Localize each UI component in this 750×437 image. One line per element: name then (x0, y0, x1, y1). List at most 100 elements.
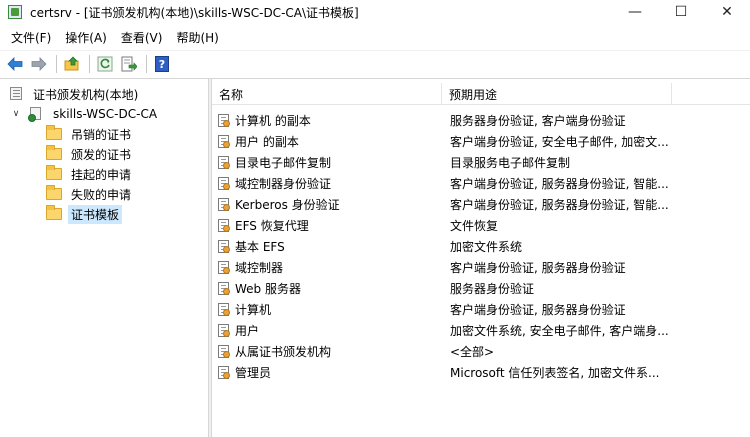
window-title: certsrv - [证书颁发机构(本地)\skills-WSC-DC-CA\证… (30, 5, 359, 20)
template-name: 管理员 (235, 366, 272, 380)
title-bar: certsrv - [证书颁发机构(本地)\skills-WSC-DC-CA\证… (0, 0, 750, 24)
template-row[interactable]: 基本 EFS 加密文件系统 (212, 236, 750, 257)
export-list-button[interactable] (118, 53, 140, 75)
template-purpose-cell: 文件恢复 (450, 219, 499, 233)
export-list-icon (121, 56, 137, 71)
tree-item-label: 挂起的申请 (71, 167, 132, 182)
template-name-cell: 基本 EFS (212, 238, 442, 255)
up-folder-icon (64, 56, 79, 70)
menu-help[interactable]: 帮助(H) (169, 29, 225, 46)
refresh-button[interactable] (94, 53, 116, 75)
minimize-button[interactable]: — (612, 0, 658, 24)
template-purpose-cell: 目录服务电子邮件复制 (450, 156, 571, 170)
template-name-cell: Web 服务器 (212, 280, 442, 297)
tree-item-root[interactable]: 证书颁发机构(本地) (8, 84, 141, 104)
certificate-template-icon (217, 239, 231, 254)
template-name: 目录电子邮件复制 (235, 156, 332, 170)
template-purpose-cell: 客户端身份验证, 服务器身份验证, 智能... (450, 177, 669, 191)
template-row[interactable]: Kerberos 身份验证 客户端身份验证, 服务器身份验证, 智能... (212, 194, 750, 215)
template-row[interactable]: EFS 恢复代理 文件恢复 (212, 215, 750, 236)
template-row[interactable]: 管理员 Microsoft 信任列表签名, 加密文件系... (212, 362, 750, 383)
certificate-template-icon (217, 218, 231, 233)
template-row[interactable]: 目录电子邮件复制 目录服务电子邮件复制 (212, 152, 750, 173)
certsrv-app-icon (8, 5, 22, 19)
certificate-template-icon (217, 176, 231, 191)
forward-button[interactable] (28, 53, 50, 75)
certificate-template-icon (217, 302, 231, 317)
tree-item-failed[interactable]: 失败的申请 (46, 184, 134, 204)
template-name: 用户 的副本 (235, 135, 299, 149)
console-tree: 证书颁发机构(本地) ∨ skills-WSC-DC-CA 吊销的证书 颁发的证… (2, 84, 208, 437)
template-row[interactable]: 用户 加密文件系统, 安全电子邮件, 客户端身... (212, 320, 750, 341)
help-button[interactable]: ? (151, 53, 173, 75)
tree-item-cert-templates[interactable]: 证书模板 (46, 204, 123, 224)
tree-item-label: 失败的申请 (71, 187, 132, 202)
tree-item-revoked[interactable]: 吊销的证书 (46, 124, 134, 144)
certificate-template-icon (217, 134, 231, 149)
column-header-name[interactable]: 名称 (212, 83, 442, 105)
template-row[interactable]: 域控制器 客户端身份验证, 服务器身份验证 (212, 257, 750, 278)
tree-item-ca[interactable]: ∨ skills-WSC-DC-CA (10, 104, 160, 124)
toolbar-separator (56, 54, 57, 73)
template-purpose-cell: 客户端身份验证, 服务器身份验证 (450, 261, 626, 275)
folder-icon (46, 165, 62, 180)
certificate-template-icon (217, 281, 231, 296)
template-list: 名称 预期用途 计算机 的副本 服务器身份验证, 客户端身份验证 用户 的副本 客户端… (212, 79, 750, 437)
certificate-template-icon (217, 113, 231, 128)
template-purpose-cell: Microsoft 信任列表签名, 加密文件系... (450, 366, 660, 380)
menu-file[interactable]: 文件(F) (4, 29, 58, 46)
template-name-cell: 计算机 的副本 (212, 112, 442, 129)
menu-view[interactable]: 查看(V) (114, 29, 170, 46)
template-name: 域控制器身份验证 (235, 177, 332, 191)
template-purpose-cell: 服务器身份验证, 客户端身份验证 (450, 114, 626, 128)
template-row[interactable]: 计算机 的副本 服务器身份验证, 客户端身份验证 (212, 110, 750, 131)
tree-item-pending[interactable]: 挂起的申请 (46, 164, 134, 184)
template-row[interactable]: 域控制器身份验证 客户端身份验证, 服务器身份验证, 智能... (212, 173, 750, 194)
folder-icon (46, 185, 62, 200)
toolbar-separator (146, 54, 147, 73)
template-name-cell: 计算机 (212, 301, 442, 318)
collapse-toggle-icon[interactable]: ∨ (10, 108, 22, 120)
menu-action[interactable]: 操作(A) (58, 29, 114, 46)
list-header: 名称 预期用途 (212, 83, 750, 105)
template-purpose-cell: 加密文件系统 (450, 240, 523, 254)
column-header-purpose[interactable]: 预期用途 (442, 83, 672, 105)
template-row[interactable]: 从属证书颁发机构 <全部> (212, 341, 750, 362)
tree-item-issued[interactable]: 颁发的证书 (46, 144, 134, 164)
template-name: 用户 (235, 324, 260, 338)
tree-item-label: 证书模板 (68, 204, 123, 224)
forward-arrow-icon (31, 56, 47, 71)
template-purpose-cell: 服务器身份验证 (450, 282, 535, 296)
certificate-template-icon (217, 260, 231, 275)
template-purpose-cell: 客户端身份验证, 安全电子邮件, 加密文... (450, 135, 669, 149)
svg-text:?: ? (159, 58, 165, 71)
template-name-cell: 域控制器 (212, 259, 442, 276)
template-row[interactable]: 计算机 客户端身份验证, 服务器身份验证 (212, 299, 750, 320)
template-row[interactable]: Web 服务器 服务器身份验证 (212, 278, 750, 299)
folder-icon (46, 205, 62, 220)
folder-icon (46, 125, 62, 140)
tree-item-label: skills-WSC-DC-CA (53, 107, 158, 121)
template-purpose-cell: 加密文件系统, 安全电子邮件, 客户端身... (450, 324, 669, 338)
ca-server-icon (28, 106, 44, 122)
tree-item-label: 证书颁发机构(本地) (33, 87, 139, 102)
template-name: Web 服务器 (235, 282, 301, 296)
template-name-cell: 目录电子邮件复制 (212, 154, 442, 171)
tree-item-label: 吊销的证书 (71, 127, 132, 142)
back-button[interactable] (4, 53, 26, 75)
close-button[interactable]: ✕ (704, 0, 750, 24)
template-name: Kerberos 身份验证 (235, 198, 340, 212)
toolbar-separator (89, 54, 90, 73)
certificate-template-icon (217, 365, 231, 380)
template-row[interactable]: 用户 的副本 客户端身份验证, 安全电子邮件, 加密文... (212, 131, 750, 152)
template-name-cell: EFS 恢复代理 (212, 217, 442, 234)
certificate-template-icon (217, 197, 231, 212)
ca-root-icon (8, 86, 24, 102)
certificate-template-icon (217, 323, 231, 338)
certificate-template-icon (217, 155, 231, 170)
up-level-button[interactable] (61, 53, 83, 75)
template-purpose-cell: 客户端身份验证, 服务器身份验证, 智能... (450, 198, 669, 212)
maximize-button[interactable]: ☐ (658, 0, 704, 24)
template-name-cell: Kerberos 身份验证 (212, 196, 442, 213)
template-name-cell: 用户 的副本 (212, 133, 442, 150)
